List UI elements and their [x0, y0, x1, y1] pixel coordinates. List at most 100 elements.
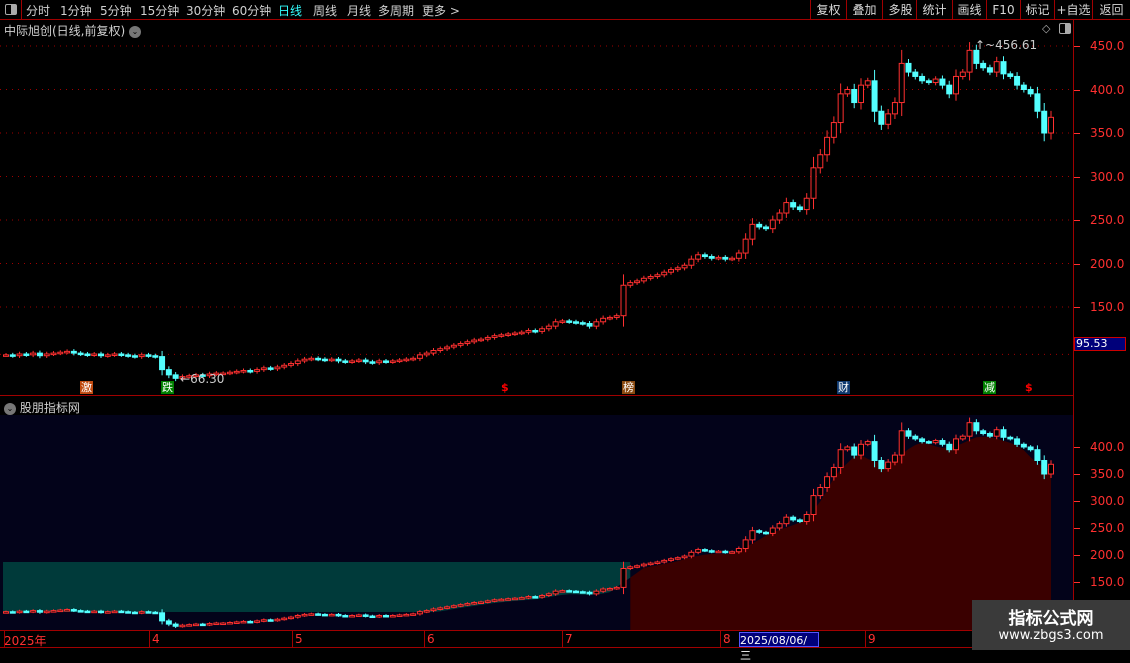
ind-y-tick-label: 350.0: [1090, 467, 1125, 481]
candle: [844, 86, 851, 97]
candle: [803, 193, 810, 215]
panel-layout-icon[interactable]: [1059, 23, 1071, 34]
ind-y-tick: [1074, 582, 1080, 583]
period-tab[interactable]: 30分钟: [186, 2, 225, 19]
event-marker[interactable]: 财: [837, 381, 850, 394]
event-marker[interactable]: 跌: [161, 381, 174, 394]
candle: [810, 156, 817, 210]
candle: [742, 233, 749, 259]
candle: [288, 361, 294, 368]
ind-y-tick-label: 400.0: [1090, 440, 1125, 454]
y-tick: [1074, 133, 1080, 134]
candle: [383, 358, 389, 364]
period-tab[interactable]: 1分钟: [60, 2, 92, 19]
period-tab[interactable]: 分时: [26, 2, 50, 19]
candle: [50, 351, 57, 356]
candle: [763, 224, 769, 231]
event-marker[interactable]: $: [501, 381, 509, 394]
price-chart[interactable]: [0, 0, 1073, 650]
candle: [267, 365, 274, 371]
y-tick-label: 250.0: [1090, 213, 1125, 227]
candle: [545, 323, 552, 332]
toolbar-button[interactable]: 多股: [882, 0, 918, 20]
period-tab[interactable]: 15分钟: [140, 2, 179, 19]
toolbar-button[interactable]: +自选: [1054, 0, 1092, 20]
toolbar-button[interactable]: 画线: [952, 0, 986, 20]
candle: [138, 352, 145, 359]
y-tick-label: 300.0: [1090, 169, 1125, 184]
candle: [98, 351, 104, 358]
event-marker[interactable]: 减: [983, 381, 996, 394]
stock-title[interactable]: 中际旭创(日线,前复权) ⌄: [4, 22, 142, 39]
candle: [274, 364, 281, 372]
candle: [91, 351, 98, 357]
candle: [226, 370, 233, 376]
candle: [23, 351, 30, 357]
candle: [559, 318, 566, 324]
candle: [593, 318, 600, 330]
period-tab[interactable]: 月线: [347, 2, 371, 19]
diamond-icon[interactable]: ◇: [1042, 22, 1050, 35]
candle: [342, 358, 349, 364]
candle: [376, 358, 383, 365]
candle: [606, 315, 613, 321]
indicator-title-text: 股朋指标网: [19, 401, 80, 415]
toolbar-button[interactable]: 叠加: [846, 0, 882, 20]
toolbar: 分时 1分钟 5分钟 15分钟 30分钟 60分钟 日线 周线 月线 多周期 更多 > 复权 叠加 多股…: [0, 0, 1130, 20]
candle: [444, 344, 451, 352]
event-marker[interactable]: 榜: [622, 381, 635, 394]
candle: [369, 359, 376, 365]
candle: [104, 352, 111, 358]
toolbar-button[interactable]: 返回: [1092, 0, 1130, 20]
period-tab[interactable]: 多周期: [378, 2, 414, 19]
candle: [9, 352, 16, 358]
candle: [471, 337, 478, 345]
period-tab[interactable]: 5分钟: [100, 2, 132, 19]
toolbar-button[interactable]: F10: [986, 0, 1020, 20]
candle: [735, 249, 742, 262]
candle: [878, 105, 885, 130]
candle: [355, 358, 362, 363]
candle: [627, 280, 634, 288]
ind-y-tick-label: 300.0: [1090, 494, 1125, 508]
candle: [715, 255, 722, 261]
candle: [525, 328, 532, 335]
candle: [301, 356, 308, 364]
candle: [939, 75, 946, 89]
period-tab[interactable]: 60分钟: [232, 2, 271, 19]
candle: [308, 356, 315, 362]
chevron-down-icon[interactable]: ⌄: [4, 402, 16, 415]
candle: [57, 350, 64, 356]
chevron-down-icon[interactable]: ⌄: [129, 25, 142, 38]
layout-toggle-button[interactable]: [0, 0, 22, 20]
toolbar-button[interactable]: 统计: [916, 0, 952, 20]
candle: [756, 221, 763, 230]
date-tick: [562, 631, 563, 647]
period-tab[interactable]: 日线: [278, 2, 302, 19]
period-tab[interactable]: 周线: [313, 2, 337, 19]
y-tick-label: 400.0: [1090, 82, 1125, 97]
candle: [403, 357, 410, 363]
y-tick: [1074, 176, 1080, 178]
candle: [389, 358, 396, 364]
candle: [790, 199, 797, 210]
candle: [1020, 82, 1027, 93]
toolbar-button[interactable]: 标记: [1020, 0, 1054, 20]
candle: [349, 358, 356, 364]
candle: [966, 42, 973, 81]
candle: [30, 350, 37, 358]
candle: [579, 320, 586, 326]
candle: [769, 215, 776, 234]
candle: [1048, 110, 1054, 140]
low-price-label: ←66.30: [180, 372, 225, 386]
date-label: 9: [868, 632, 876, 646]
candle: [953, 69, 959, 101]
event-marker[interactable]: $: [1025, 381, 1033, 394]
candle: [484, 335, 491, 342]
event-marker[interactable]: 激: [80, 381, 93, 394]
candle: [1041, 102, 1048, 142]
indicator-title[interactable]: ⌄ 股朋指标网: [4, 399, 80, 416]
cursor-date-label: 2025/08/06/三: [739, 632, 819, 662]
toolbar-button[interactable]: 复权: [810, 0, 846, 20]
period-tab[interactable]: 更多 >: [422, 2, 460, 19]
